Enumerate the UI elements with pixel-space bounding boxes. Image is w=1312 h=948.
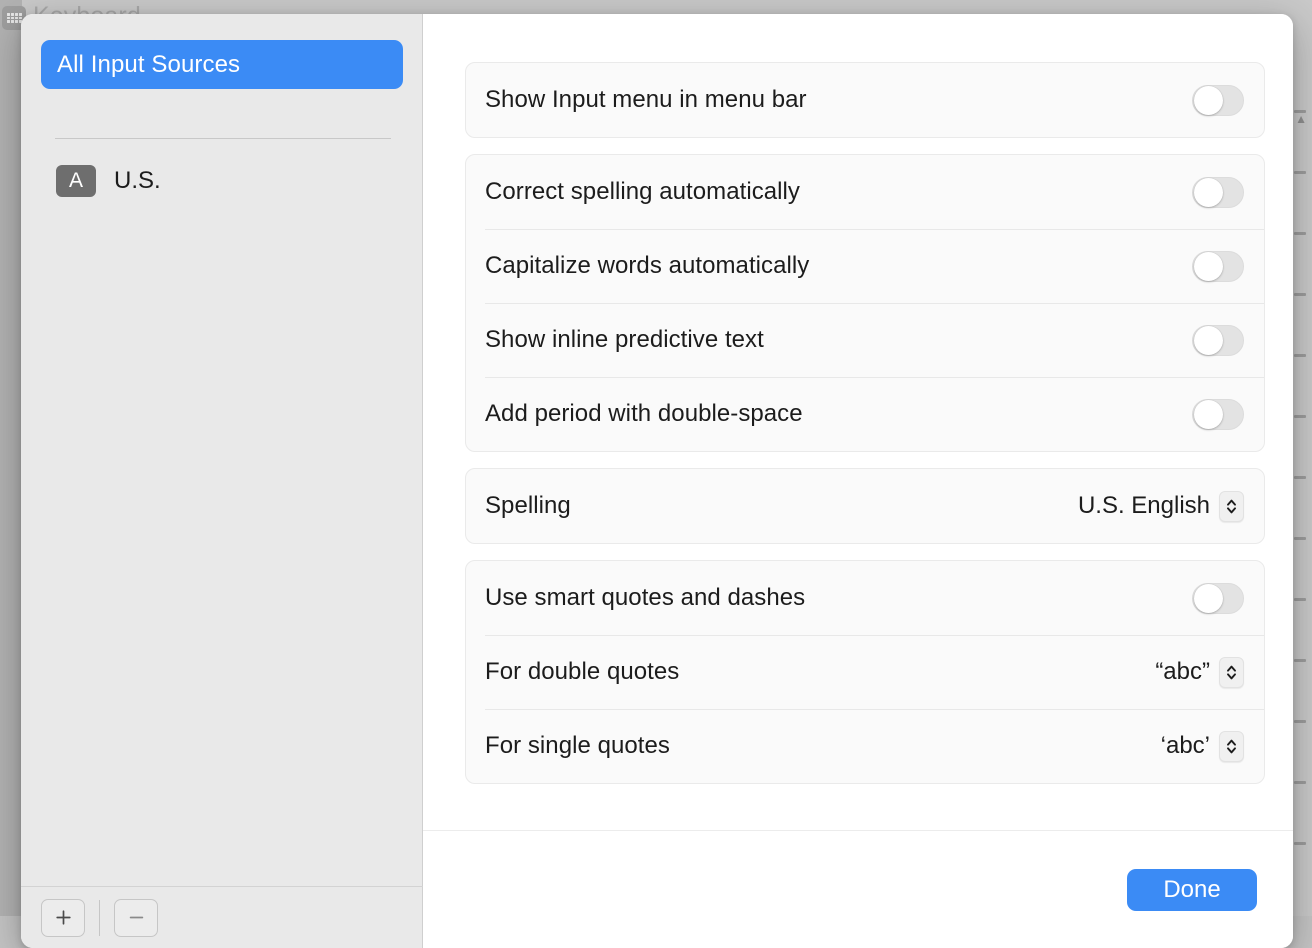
- row-label: Spelling: [485, 492, 571, 520]
- popup-value: U.S. English: [1078, 492, 1210, 520]
- row-correct-spelling[interactable]: Correct spelling automatically: [466, 155, 1264, 229]
- sidebar-item-label: All Input Sources: [57, 51, 240, 79]
- row-label: For single quotes: [485, 732, 670, 760]
- done-button[interactable]: Done: [1127, 869, 1257, 911]
- desktop-background: Keyboard ▲ Use Dictation wherever you ca…: [0, 0, 1312, 948]
- popup-spelling[interactable]: U.S. English: [1078, 491, 1244, 522]
- minus-icon: [128, 909, 145, 926]
- settings-group-spelling: Spelling U.S. English: [465, 468, 1265, 544]
- input-sources-sheet: All Input Sources A U.S.: [21, 14, 1293, 948]
- remove-input-source-button[interactable]: [114, 899, 158, 937]
- chevron-updown-icon[interactable]: [1219, 491, 1244, 522]
- chevron-updown-icon[interactable]: [1219, 731, 1244, 762]
- sidebar-footer: [21, 886, 423, 948]
- toggle-add-period-double-space[interactable]: [1192, 399, 1244, 430]
- popup-double-quotes[interactable]: “abc”: [1155, 657, 1244, 688]
- row-single-quotes[interactable]: For single quotes ‘abc’: [466, 709, 1264, 783]
- toggle-smart-quotes-dashes[interactable]: [1192, 583, 1244, 614]
- list-item-input-source-us[interactable]: A U.S.: [41, 156, 403, 206]
- background-scroll-marks: [1294, 110, 1306, 845]
- row-label: Show inline predictive text: [485, 326, 764, 354]
- popup-value: “abc”: [1155, 658, 1210, 686]
- input-source-badge: A: [56, 165, 96, 197]
- input-source-label: U.S.: [114, 167, 161, 195]
- row-capitalize-words[interactable]: Capitalize words automatically: [466, 229, 1264, 303]
- toggle-inline-predictive-text[interactable]: [1192, 325, 1244, 356]
- plus-icon: [55, 909, 72, 926]
- toggle-capitalize-words[interactable]: [1192, 251, 1244, 282]
- input-sources-sidebar: All Input Sources A U.S.: [21, 14, 423, 948]
- popup-value: ‘abc’: [1161, 732, 1210, 760]
- row-label: Add period with double-space: [485, 400, 803, 428]
- sidebar-footer-divider: [99, 900, 100, 936]
- row-label: Use smart quotes and dashes: [485, 584, 805, 612]
- settings-group-text-input: Correct spelling automatically Capitaliz…: [465, 154, 1265, 452]
- sidebar-divider: [55, 138, 391, 139]
- input-sources-content: Show Input menu in menu bar Correct spel…: [423, 14, 1293, 948]
- row-label: Correct spelling automatically: [485, 178, 800, 206]
- settings-groups: Show Input menu in menu bar Correct spel…: [465, 62, 1265, 800]
- toggle-correct-spelling[interactable]: [1192, 177, 1244, 208]
- row-double-quotes[interactable]: For double quotes “abc”: [466, 635, 1264, 709]
- settings-group-menu-bar: Show Input menu in menu bar: [465, 62, 1265, 138]
- popup-single-quotes[interactable]: ‘abc’: [1161, 731, 1244, 762]
- chevron-updown-icon[interactable]: [1219, 657, 1244, 688]
- toggle-show-input-menu[interactable]: [1192, 85, 1244, 116]
- row-add-period-double-space[interactable]: Add period with double-space: [466, 377, 1264, 451]
- row-spelling[interactable]: Spelling U.S. English: [466, 469, 1264, 543]
- sidebar-item-all-input-sources[interactable]: All Input Sources: [41, 40, 403, 89]
- row-label: Capitalize words automatically: [485, 252, 809, 280]
- row-smart-quotes-dashes[interactable]: Use smart quotes and dashes: [466, 561, 1264, 635]
- row-label: For double quotes: [485, 658, 679, 686]
- settings-group-smart-quotes: Use smart quotes and dashes For double q…: [465, 560, 1265, 784]
- row-show-input-menu[interactable]: Show Input menu in menu bar: [466, 63, 1264, 137]
- row-label: Show Input menu in menu bar: [485, 86, 807, 114]
- add-input-source-button[interactable]: [41, 899, 85, 937]
- sheet-footer: Done: [423, 830, 1293, 948]
- row-inline-predictive-text[interactable]: Show inline predictive text: [466, 303, 1264, 377]
